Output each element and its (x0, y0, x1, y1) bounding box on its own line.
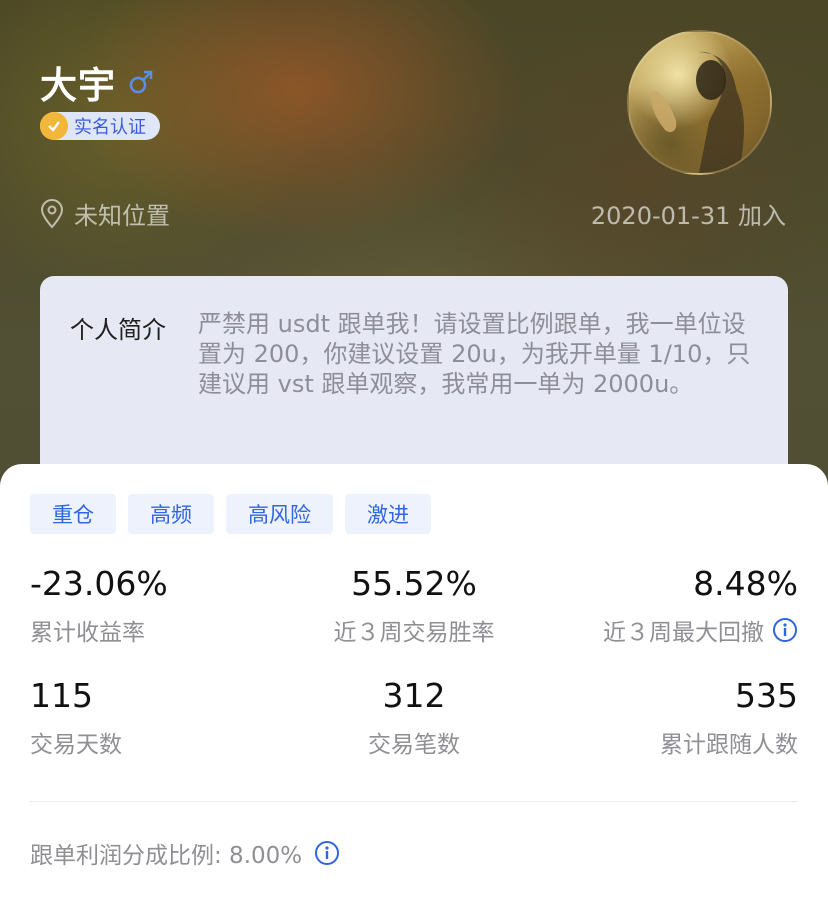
stat-win-rate: 55.52% 近３周交易胜率 (254, 564, 574, 647)
stat-label: 近３周最大回撤 (603, 620, 764, 646)
stat-max-drawdown: 8.48% 近３周最大回撤 (603, 564, 798, 647)
stat-value: 8.48% (693, 564, 798, 603)
location-pin-icon (40, 198, 64, 228)
stat-trade-count: 312 交易笔数 (254, 676, 574, 759)
bio-title: 个人简介 (70, 316, 166, 344)
bio-text: 严禁用 usdt 跟单我！请设置比例跟单，我一单位设置为 200，你建议设置 2… (198, 310, 751, 398)
stats-sheet: 重仓 高频 高风险 激进 -23.06% 累计收益率 55.52% 近３周交易胜… (0, 464, 828, 906)
avatar[interactable] (627, 30, 772, 175)
tag: 高频 (128, 494, 214, 534)
verified-label: 实名认证 (74, 117, 146, 138)
stat-value: 312 (382, 676, 446, 715)
stat-trading-days: 115 交易天数 (30, 676, 122, 759)
stat-label: 交易天数 (30, 732, 122, 758)
gender-male-icon (129, 70, 153, 94)
name-row: 大宇 (40, 55, 154, 109)
profit-share-text: 跟单利润分成比例: 8.00% (30, 843, 303, 869)
tag: 激进 (345, 494, 431, 534)
stat-cumulative-return: -23.06% 累计收益率 (30, 564, 168, 647)
tag-list: 重仓 高频 高风险 激进 (30, 494, 431, 534)
verified-badge: 实名认证 (40, 112, 160, 140)
profile-header: 大宇 实名认证 未知位置 2020-01-31 加入 个人简介 严禁用 usdt… (0, 0, 828, 490)
tag: 高风险 (226, 494, 333, 534)
check-icon (40, 112, 68, 140)
stat-value: 535 (735, 676, 798, 715)
info-icon[interactable] (772, 617, 798, 643)
stat-followers: 535 累计跟随人数 (660, 676, 798, 759)
stat-label: 交易笔数 (368, 732, 460, 758)
tag: 重仓 (30, 494, 116, 534)
join-date: 2020-01-31 加入 (590, 202, 786, 230)
user-name: 大宇 (40, 64, 116, 107)
stat-value: -23.06% (30, 564, 168, 603)
divider (30, 801, 798, 802)
stat-label: 累计跟随人数 (660, 732, 798, 758)
stat-value: 55.52% (351, 564, 477, 603)
location-text: 未知位置 (74, 202, 170, 230)
bio-card: 个人简介 严禁用 usdt 跟单我！请设置比例跟单，我一单位设置为 200，你建… (40, 276, 788, 486)
stat-value: 115 (30, 676, 93, 715)
stat-label: 累计收益率 (30, 620, 145, 646)
location-row: 未知位置 (38, 196, 170, 231)
info-icon[interactable] (314, 840, 340, 866)
profit-share-row: 跟单利润分成比例: 8.00% (30, 836, 340, 870)
stat-label: 近３周交易胜率 (333, 620, 495, 646)
